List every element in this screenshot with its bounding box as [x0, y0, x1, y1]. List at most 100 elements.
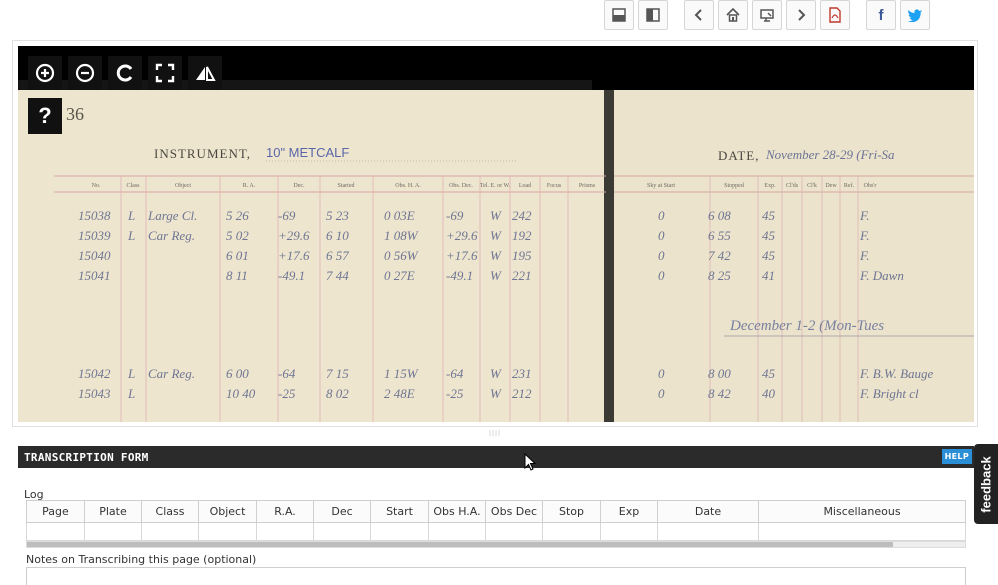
log-col-header: Object — [198, 500, 257, 523]
feedback-tab[interactable]: feedback — [974, 444, 998, 524]
ledger-entry-cls: L — [127, 366, 135, 381]
ledger-entry-sky: 0 — [658, 248, 665, 263]
log-cell-input[interactable] — [485, 522, 543, 541]
ledger-col-header: Class — [126, 183, 140, 189]
transcription-form-header: TRANSCRIPTION FORM HELP — [18, 446, 974, 468]
ledger-col-header: Dec. — [293, 183, 305, 189]
ledger-entry-ra: 8 11 — [226, 268, 248, 283]
ledger-entry-no: 15039 — [78, 228, 111, 243]
ledger-entry-exp: 41 — [762, 268, 775, 283]
log-horizontal-scrollbar[interactable] — [26, 541, 966, 548]
prev-page-button[interactable] — [684, 0, 714, 30]
viewer-help-button[interactable]: ? — [28, 98, 62, 134]
transcription-form-title: TRANSCRIPTION FORM — [24, 450, 149, 464]
form-help-button[interactable]: HELP — [941, 449, 972, 464]
ledger-instrument-value: 10" METCALF — [266, 145, 349, 160]
ledger-entry-start: 7 44 — [326, 268, 349, 283]
log-cell-input[interactable] — [26, 522, 85, 541]
log-col-header: Exp — [600, 500, 658, 523]
slideshow-icon — [760, 9, 774, 22]
log-cell-input[interactable] — [370, 522, 429, 541]
log-table: Page Plate Class Object R.A. Dec Start Obs H.A.… — [26, 500, 966, 541]
ledger-entry-cls: L — [127, 386, 135, 401]
ledger-entry-load: 195 — [512, 248, 532, 263]
ledger-entry-oha: 0 27E — [384, 268, 415, 283]
ledger-entry-no: 15040 — [78, 248, 111, 263]
log-cell-input[interactable] — [428, 522, 486, 541]
ledger-entry-exp: 45 — [762, 228, 776, 243]
log-cell-input[interactable] — [256, 522, 314, 541]
rotate-button[interactable] — [108, 56, 142, 90]
log-cell-input[interactable] — [657, 522, 759, 541]
ledger-entry-ra: 10 40 — [226, 386, 256, 401]
home-icon — [726, 8, 740, 22]
layout-horizontal-icon — [612, 8, 626, 22]
ledger-entry-oha: 1 15W — [384, 366, 419, 381]
log-col-header: Plate — [84, 500, 142, 523]
ledger-col-header: Exp. — [764, 183, 776, 189]
ledger-page-image[interactable]: 36 INSTRUMENT, 10" METCALF DATE, Novembe… — [18, 80, 974, 422]
ledger-entry-no: 15041 — [78, 268, 111, 283]
ledger-entry-sky: 0 — [658, 386, 665, 401]
layout-horizontal-button[interactable] — [604, 0, 634, 30]
ledger-entry-oha: 0 03E — [384, 208, 415, 223]
ledger-instrument-label: INSTRUMENT, — [154, 146, 251, 161]
ledger-col-header: Focus — [547, 183, 562, 189]
ledger-entry-no: 15043 — [78, 386, 111, 401]
fullscreen-button[interactable] — [148, 56, 182, 90]
ledger-section-note: December 1-2 (Mon-Tues — [729, 318, 884, 334]
scrollbar-thumb[interactable] — [27, 542, 893, 547]
ledger-entry-obs: F. Bright cl — [859, 386, 919, 401]
layout-vertical-button[interactable] — [638, 0, 668, 30]
ledger-col-header: Prisms — [579, 183, 596, 189]
log-cell-input[interactable] — [141, 522, 199, 541]
ledger-entry-dec: -49.1 — [278, 268, 305, 283]
ledger-entry-sky: 0 — [658, 228, 665, 243]
ledger-entry-load: 192 — [512, 228, 532, 243]
image-viewer[interactable]: 36 INSTRUMENT, 10" METCALF DATE, Novembe… — [18, 46, 974, 422]
notes-textarea[interactable] — [26, 567, 966, 585]
facebook-share-button[interactable]: f — [866, 0, 896, 30]
ledger-entry-start: 7 15 — [326, 366, 349, 381]
ledger-entry-dec: +17.6 — [278, 248, 310, 263]
ledger-entry-start: 6 10 — [326, 228, 349, 243]
ledger-entry-obs: F. — [859, 228, 870, 243]
zoom-in-button[interactable] — [28, 56, 62, 90]
log-cell-input[interactable] — [542, 522, 601, 541]
ledger-entry-odec: +17.6 — [446, 248, 478, 263]
ledger-entry-exp: 45 — [762, 208, 776, 223]
log-cell-input[interactable] — [313, 522, 371, 541]
ledger-col-header: Obs. Dec. — [449, 183, 473, 189]
slideshow-button[interactable] — [752, 0, 782, 30]
ledger-entry-obj: Car Reg. — [148, 366, 195, 381]
pane-splitter[interactable]: |||| — [484, 430, 506, 438]
ledger-entry-odec: -49.1 — [446, 268, 473, 283]
ledger-entry-obj: Car Reg. — [148, 228, 195, 243]
twitter-icon — [907, 9, 922, 22]
ledger-col-header: Stopped — [724, 183, 744, 189]
ledger-entry-ra: 6 00 — [226, 366, 249, 381]
twitter-share-button[interactable] — [900, 0, 930, 30]
flip-button[interactable] — [188, 56, 222, 90]
log-col-header: Stop — [542, 500, 601, 523]
log-cell-input[interactable] — [758, 522, 966, 541]
zoom-out-icon — [75, 63, 95, 83]
home-button[interactable] — [718, 0, 748, 30]
log-cell-input[interactable] — [84, 522, 142, 541]
ledger-entry-load: 221 — [512, 268, 532, 283]
next-page-button[interactable] — [786, 0, 816, 30]
ledger-page-number: 36 — [66, 104, 84, 124]
ledger-date-value: November 28-29 (Fri-Sa — [765, 147, 895, 162]
ledger-entry-exp: 45 — [762, 248, 776, 263]
zoom-out-button[interactable] — [68, 56, 102, 90]
notes-label: Notes on Transcribing this page (optiona… — [26, 553, 257, 566]
fullscreen-icon — [155, 63, 175, 83]
log-cell-input[interactable] — [198, 522, 257, 541]
ledger-col-header: R. A. — [243, 183, 256, 189]
ledger-entry-odec: -25 — [446, 386, 464, 401]
ledger-entry-tel: W — [490, 248, 502, 263]
log-cell-input[interactable] — [600, 522, 658, 541]
ledger-col-header: No. — [92, 183, 101, 189]
pdf-button[interactable] — [820, 0, 850, 30]
ledger-entry-sky: 0 — [658, 366, 665, 381]
